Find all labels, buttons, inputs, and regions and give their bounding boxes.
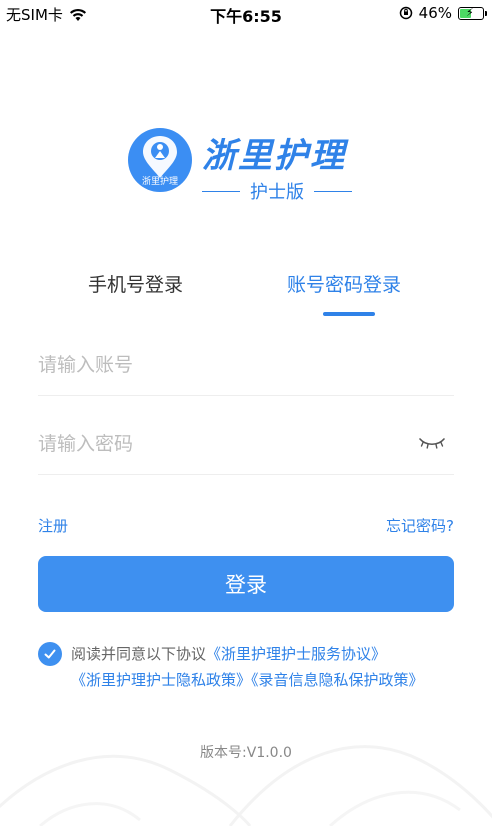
divider-right [314,190,352,192]
divider-left [202,190,240,192]
agreement-line-1: 阅读并同意以下协议《浙里护理护士服务协议》 [71,640,386,668]
forgot-password-link[interactable]: 忘记密码? [386,515,454,536]
app-logo: 浙里护理 浙里护理 护士版 [128,128,368,208]
auth-links: 注册 忘记密码? [38,515,454,537]
status-right: 46% ⚡ [399,4,487,22]
battery-cap [485,10,487,16]
battery-icon: ⚡ [458,5,487,20]
background-decoration [0,745,492,826]
agreement-line-2: 《浙里护理护士隐私政策》《录音信息隐私保护政策》 [71,666,424,694]
recording-privacy-link[interactable]: 《录音信息隐私保护政策》 [251,671,424,689]
agreement-prefix: 阅读并同意以下协议 [71,645,207,663]
account-input[interactable] [38,348,408,382]
agreement-checkbox[interactable] [38,642,62,666]
charging-bolt-icon: ⚡ [466,5,474,19]
password-input[interactable] [38,427,408,461]
logo-badge: 浙里护理 [128,128,192,192]
orientation-lock-icon [399,6,412,20]
privacy-policy-link[interactable]: 《浙里护理护士隐私政策》 [71,671,251,689]
checkmark-icon [44,649,56,659]
status-bar: 无SIM卡 下午6:55 46% ⚡ [0,0,492,26]
brand-subtitle-row: 护士版 [202,178,352,204]
tab-account-login[interactable]: 账号密码登录 [287,270,401,297]
brand-title: 浙里护理 [202,136,346,176]
register-link[interactable]: 注册 [38,515,68,536]
brand-subtitle: 护士版 [250,182,304,203]
login-tabs: 手机号登录 账号密码登录 [0,270,492,320]
service-agreement-link[interactable]: 《浙里护理护士服务协议》 [206,645,386,663]
eye-closed-icon[interactable] [418,435,446,451]
tab-phone-login[interactable]: 手机号登录 [88,270,183,297]
active-tab-indicator [323,312,375,316]
login-button[interactable]: 登录 [38,556,454,612]
logo-badge-text: 浙里护理 [141,177,178,187]
battery-percent: 46% [418,4,452,22]
account-field-row [38,336,454,396]
password-field-row [38,415,454,475]
version-label: 版本号:V1.0.0 [200,745,292,761]
